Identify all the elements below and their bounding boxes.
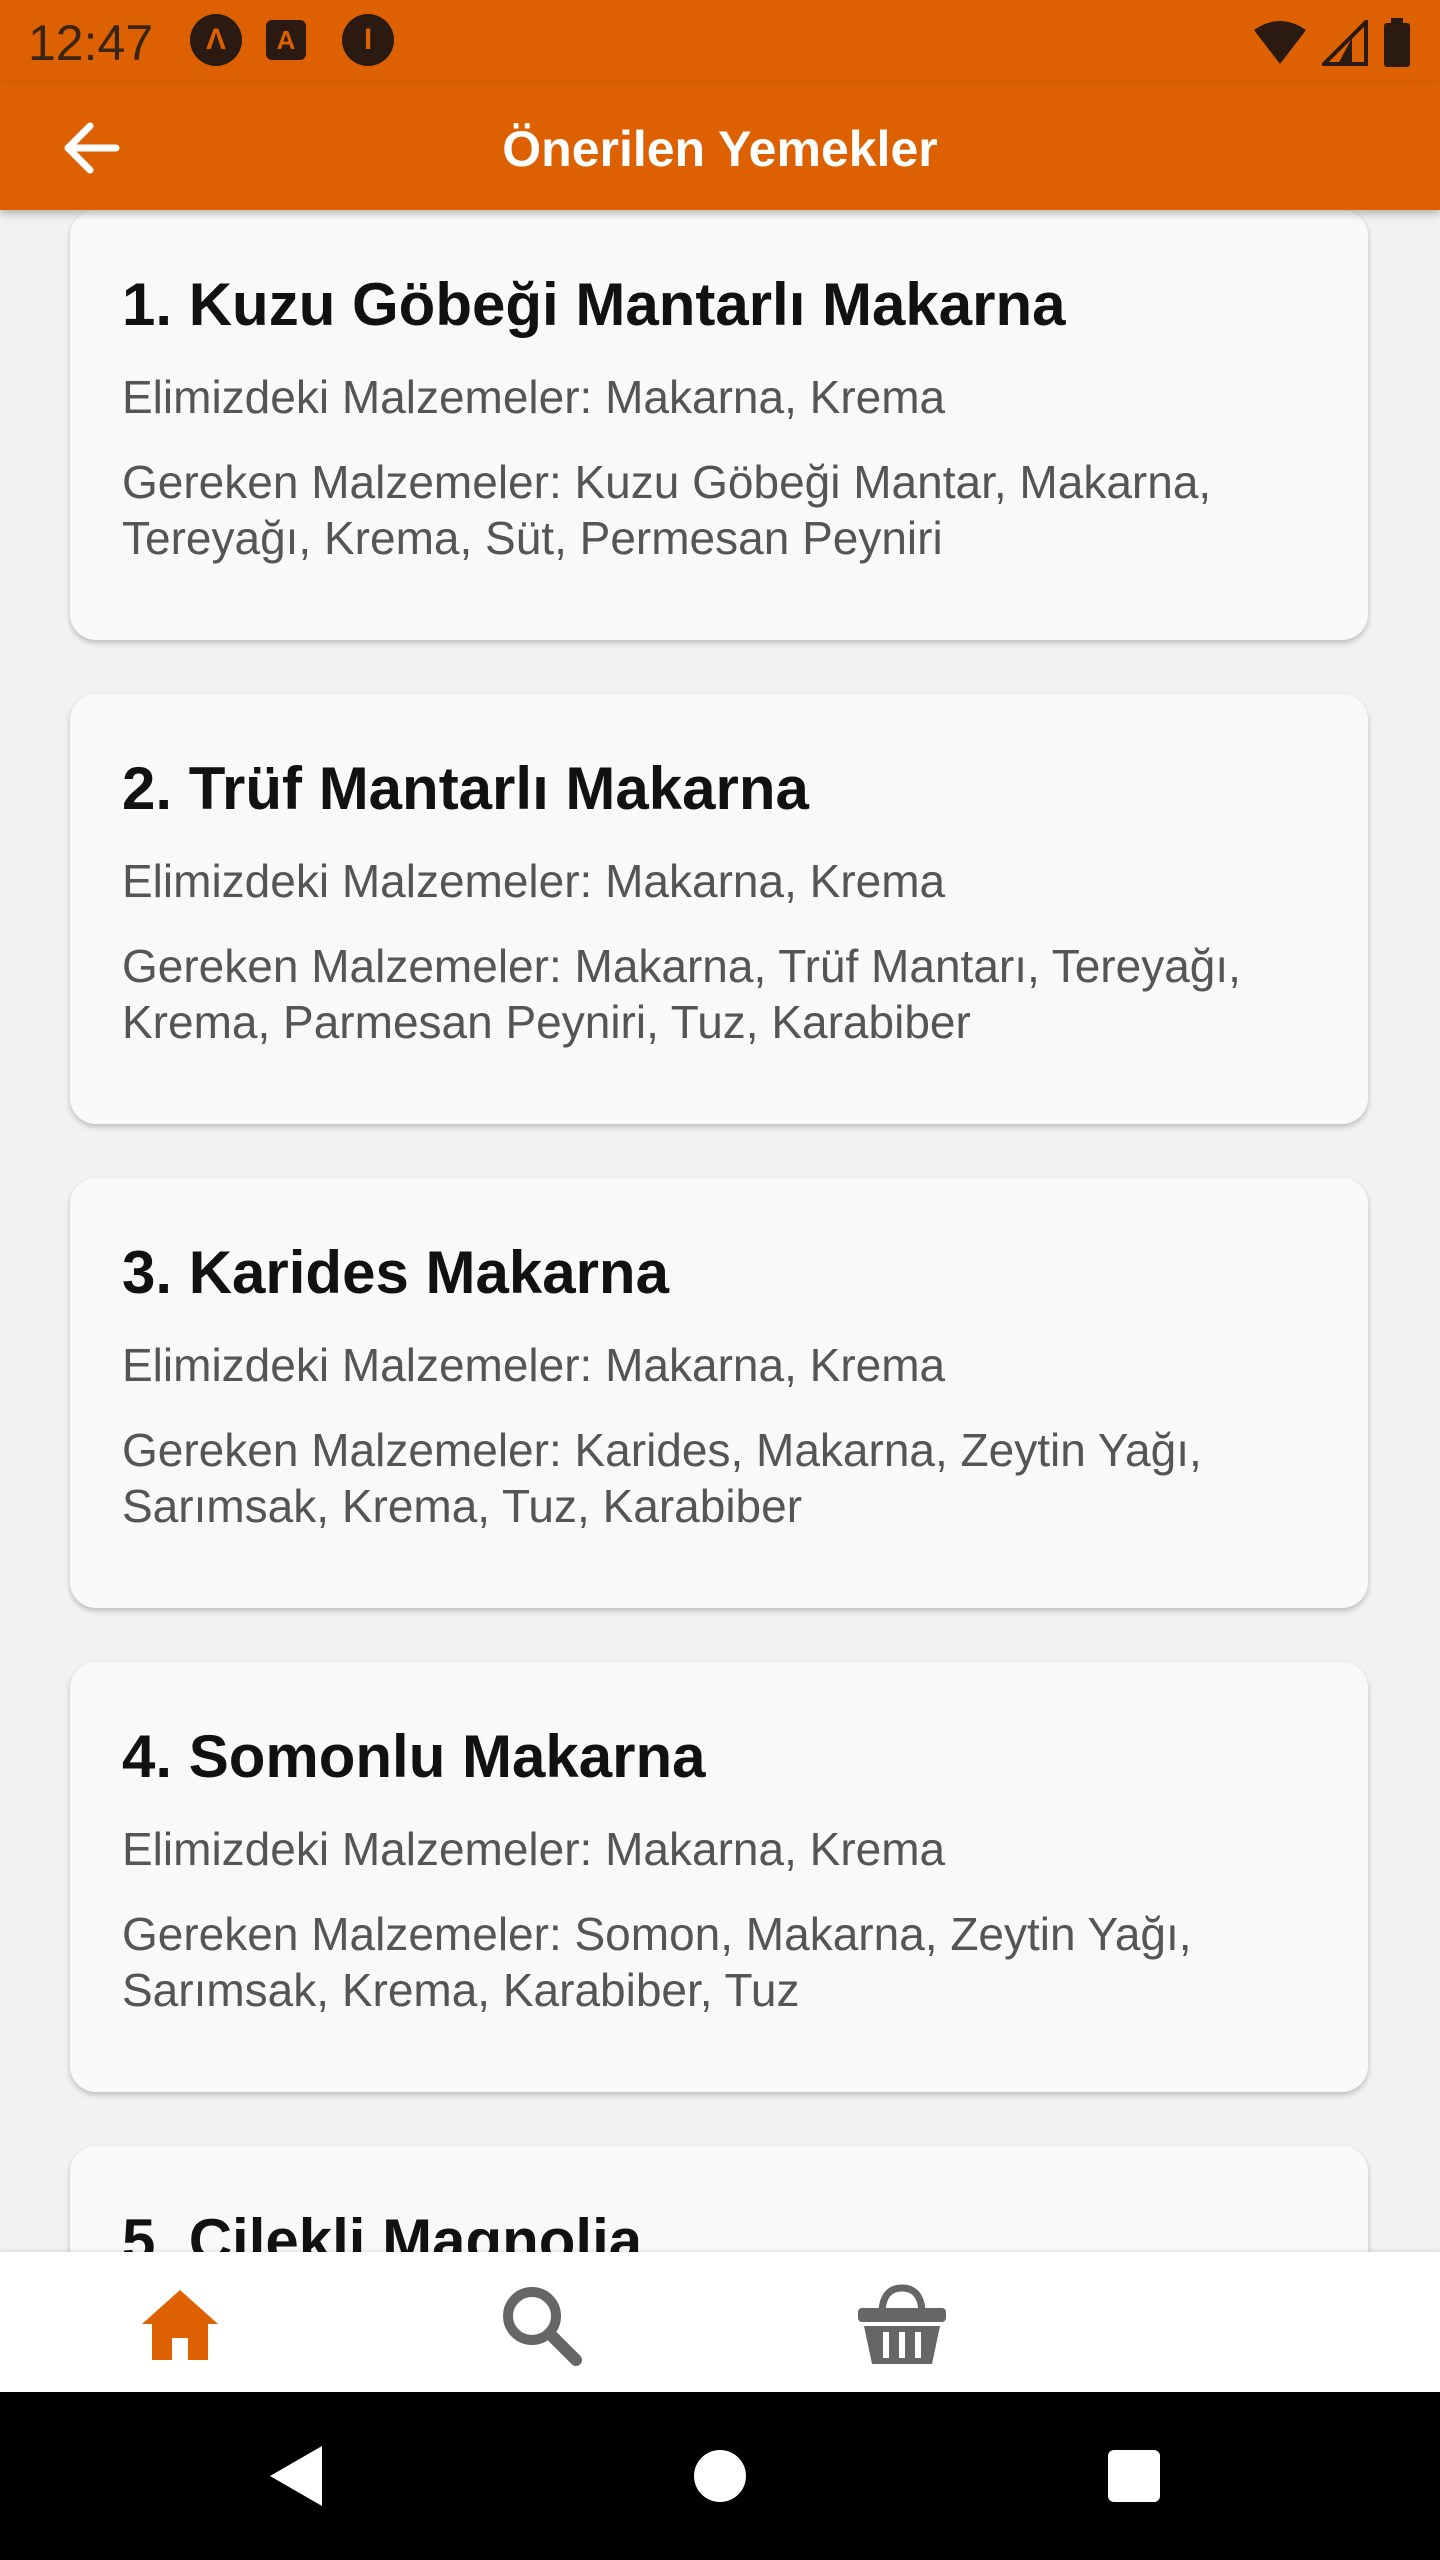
recipe-title: 4. Somonlu Makarna [122, 1723, 706, 1790]
recipe-have-ingredients: Elimizdeki Malzemeler: Makarna, Krema [122, 1339, 946, 1391]
recipe-card[interactable]: 5. Çilekli Magnolia [70, 2146, 1368, 2252]
recipe-needed-ingredients: Gereken Malzemeler: Karides, Makarna, Ze… [122, 1424, 1202, 1532]
recipe-needed-ingredients: Gereken Malzemeler: Makarna, Trüf Mantar… [122, 940, 1241, 1048]
system-back-icon[interactable] [260, 2436, 340, 2516]
recipe-have-ingredients: Elimizdeki Malzemeler: Makarna, Krema [122, 1823, 946, 1875]
cell-signal-icon [1322, 20, 1368, 66]
vpn-icon: Λ [190, 14, 242, 66]
wifi-icon [1254, 21, 1306, 64]
recipe-title: 1. Kuzu Göbeği Mantarlı Makarna [122, 271, 1066, 338]
basket-icon[interactable] [854, 2280, 950, 2368]
recipe-title: 2. Trüf Mantarlı Makarna [122, 755, 809, 822]
app-bar: Önerilen Yemekler [0, 82, 1440, 210]
battery-icon [1384, 18, 1410, 67]
recipe-title: 3. Karides Makarna [122, 1239, 669, 1306]
system-recents-icon[interactable] [1094, 2436, 1174, 2516]
app-icon: I [342, 14, 394, 66]
bottom-nav [0, 2252, 1440, 2392]
home-icon[interactable] [136, 2280, 224, 2368]
recipe-card[interactable]: 4. Somonlu Makarna Elimizdeki Malzemeler… [70, 1662, 1368, 2092]
system-home-icon[interactable] [680, 2436, 760, 2516]
recipe-title: 5. Çilekli Magnolia [122, 2207, 643, 2252]
status-bar: 12:47 Λ A I [0, 0, 1440, 82]
recipe-list[interactable]: 1. Kuzu Göbeği Mantarlı Makarna Elimizde… [0, 210, 1440, 2252]
font-icon: A [266, 20, 306, 60]
recipe-have-ingredients: Elimizdeki Malzemeler: Makarna, Krema [122, 855, 946, 907]
recipe-have-ingredients: Elimizdeki Malzemeler: Makarna, Krema [122, 371, 946, 423]
recipe-needed-ingredients: Gereken Malzemeler: Somon, Makarna, Zeyt… [122, 1908, 1192, 2016]
page-title: Önerilen Yemekler [502, 121, 938, 177]
search-icon[interactable] [496, 2280, 584, 2368]
system-nav-bar [0, 2392, 1440, 2560]
recipe-needed-ingredients: Gereken Malzemeler: Kuzu Göbeği Mantar, … [122, 456, 1212, 564]
recipe-card[interactable]: 1. Kuzu Göbeği Mantarlı Makarna Elimizde… [70, 210, 1368, 640]
recipe-card[interactable]: 2. Trüf Mantarlı Makarna Elimizdeki Malz… [70, 694, 1368, 1124]
recipe-card[interactable]: 3. Karides Makarna Elimizdeki Malzemeler… [70, 1178, 1368, 1608]
status-time: 12:47 [28, 15, 154, 71]
